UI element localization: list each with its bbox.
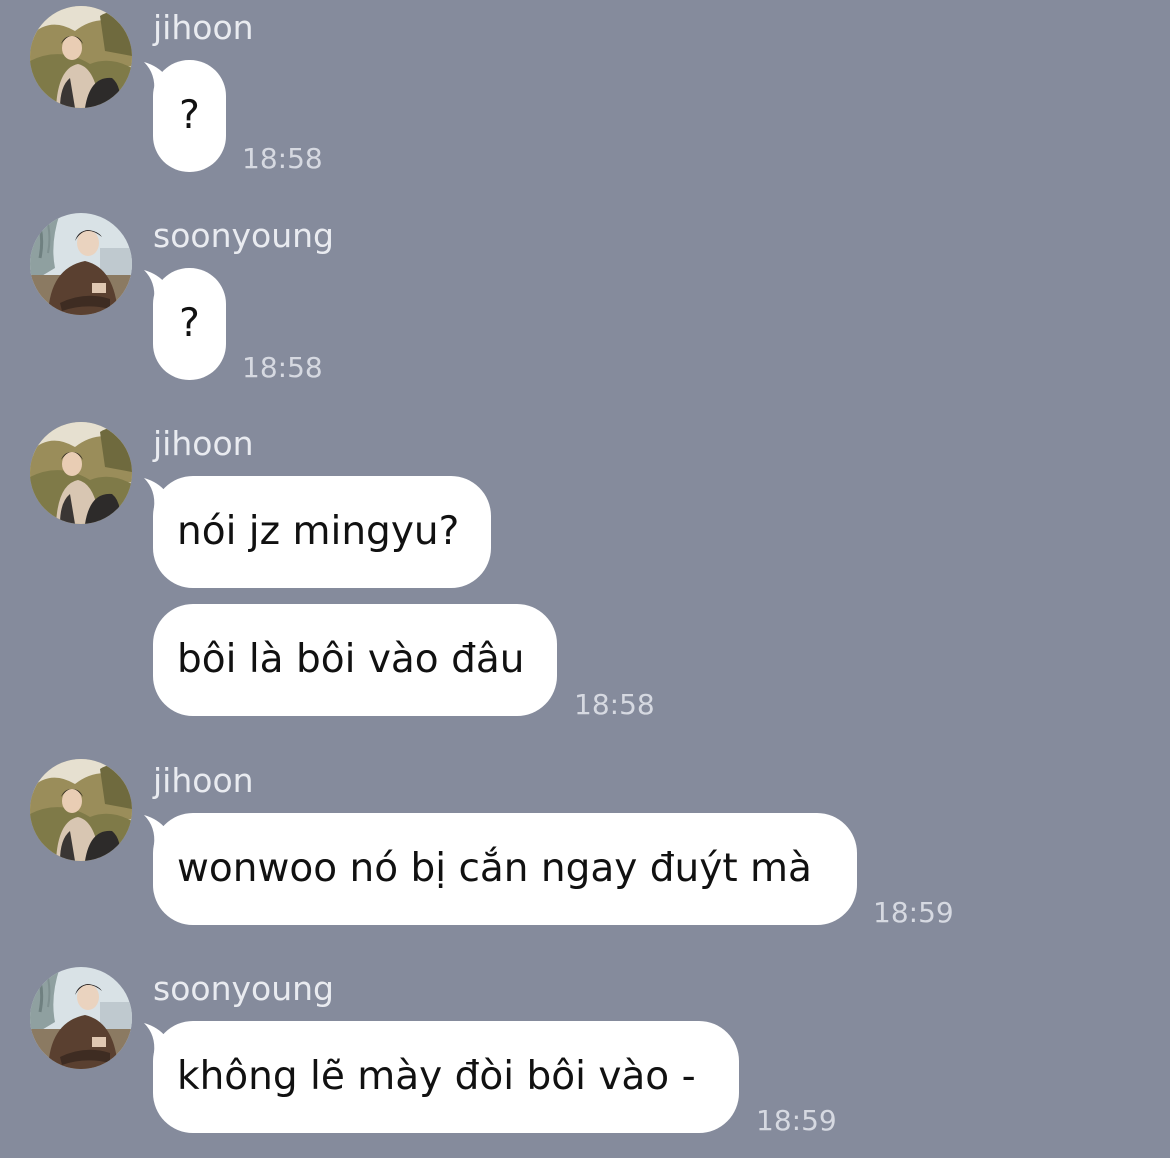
message-time: 18:58 xyxy=(242,351,323,384)
jihoon-avatar-icon[interactable] xyxy=(30,759,132,861)
message-bubble[interactable]: ? xyxy=(153,268,226,380)
message-bubble[interactable]: ? xyxy=(153,60,226,172)
sender-name: jihoon xyxy=(153,8,254,47)
sender-name: jihoon xyxy=(153,424,254,463)
soonyoung-avatar-icon[interactable] xyxy=(30,967,132,1069)
soonyoung-avatar-icon[interactable] xyxy=(30,213,132,315)
sender-name: soonyoung xyxy=(153,969,334,1008)
message-bubble[interactable]: bôi là bôi vào đâu xyxy=(153,604,557,716)
message-time: 18:58 xyxy=(242,142,323,175)
message-time: 18:59 xyxy=(873,896,954,929)
message-bubble[interactable]: wonwoo nó bị cắn ngay đuýt mà xyxy=(153,813,857,925)
jihoon-avatar-icon[interactable] xyxy=(30,6,132,108)
message-bubble[interactable]: không lẽ mày đòi bôi vào - xyxy=(153,1021,739,1133)
message-time: 18:58 xyxy=(574,688,655,721)
message-bubble[interactable]: nói jz mingyu? xyxy=(153,476,491,588)
jihoon-avatar-icon[interactable] xyxy=(30,422,132,524)
sender-name: jihoon xyxy=(153,761,254,800)
sender-name: soonyoung xyxy=(153,216,334,255)
message-time: 18:59 xyxy=(756,1104,837,1137)
